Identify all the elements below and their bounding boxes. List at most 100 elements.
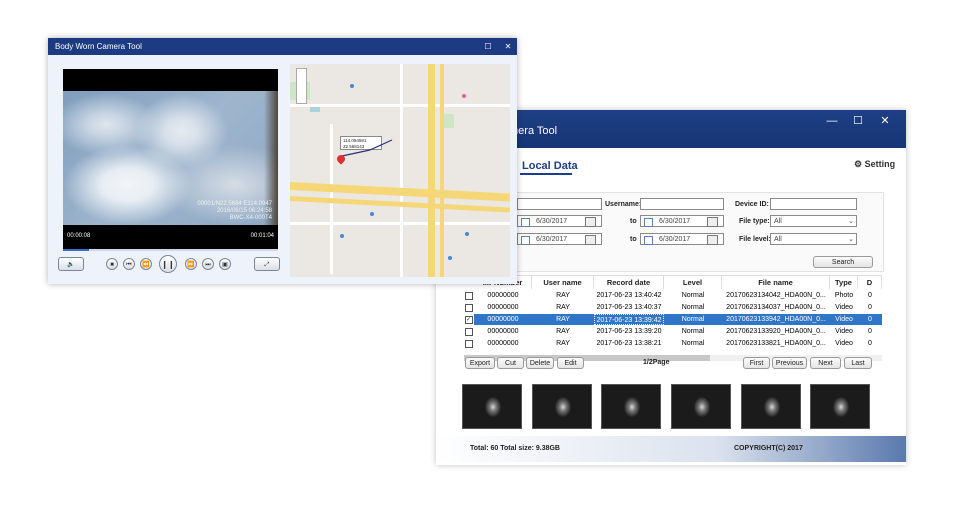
row-checkbox[interactable]	[465, 292, 473, 300]
data-table: ...r Number User name Record date Level …	[464, 275, 882, 354]
player-window: Body Worn Camera Tool ☐ ✕ 00001/N22.5684…	[48, 38, 517, 284]
column-header-extra[interactable]: D	[858, 276, 882, 289]
tab-local-data[interactable]: Local Data	[522, 160, 578, 172]
file-level-label: File level:	[739, 236, 771, 243]
column-header-date[interactable]: Record date	[594, 276, 664, 289]
close-button[interactable]: ✕	[873, 113, 897, 129]
chevron-down-icon: ⌄	[848, 218, 854, 225]
column-header-level[interactable]: Level	[664, 276, 722, 289]
video-thumbnail[interactable]	[671, 384, 731, 429]
start-date-checkbox-2[interactable]	[521, 236, 530, 245]
row-checkbox-checked[interactable]: ✓	[465, 316, 473, 324]
previous-frame-button[interactable]: ⏮	[123, 258, 135, 270]
next-button[interactable]: Next	[810, 357, 841, 369]
column-header-type[interactable]: Type	[830, 276, 858, 289]
progress-fill	[63, 249, 89, 251]
rewind-button[interactable]: ⏪	[140, 258, 152, 270]
export-button[interactable]: Export	[465, 357, 495, 369]
snapshot-button[interactable]: ▣	[219, 258, 231, 270]
table-row[interactable]: 00000000 RAY 2017-06-23 13:40:42 Normal …	[465, 290, 882, 301]
pause-button[interactable]: ❙❙	[159, 255, 177, 273]
setting-label: Setting	[864, 159, 896, 169]
fast-forward-button[interactable]: ⏩	[185, 258, 197, 270]
file-type-select[interactable]: All ⌄	[770, 215, 857, 227]
map-poi-icon[interactable]	[340, 234, 344, 238]
pause-icon: ❙❙	[161, 260, 175, 269]
minimize-button[interactable]: —	[820, 113, 844, 129]
cut-button[interactable]: Cut	[497, 357, 524, 369]
volume-button[interactable]: 🔈	[58, 257, 84, 271]
file-type-label: File type:	[739, 218, 770, 225]
video-overlay-text: 00001/N22.5684 E114.0947 2016/06/15 06:2…	[197, 201, 272, 221]
previous-button[interactable]: Previous	[772, 357, 807, 369]
gear-icon: ⚙	[854, 159, 863, 169]
video-thumbnail[interactable]	[810, 384, 870, 429]
table-row[interactable]: 00000000 RAY 2017-06-23 13:40:37 Normal …	[465, 302, 882, 313]
map-poi-icon[interactable]	[465, 232, 469, 236]
progress-bar[interactable]	[63, 249, 278, 251]
username-label: Username:	[605, 201, 642, 208]
calendar-icon[interactable]	[585, 235, 596, 245]
calendar-icon[interactable]	[585, 217, 596, 227]
start-date-checkbox[interactable]	[521, 218, 530, 227]
row-checkbox[interactable]	[465, 304, 473, 312]
map-road	[400, 64, 403, 277]
skip-back-icon: ⏮	[126, 262, 132, 268]
user-number-input[interactable]	[517, 198, 602, 210]
map-poi-icon[interactable]	[462, 94, 466, 98]
maximize-button[interactable]: ☐	[846, 113, 870, 129]
delete-button[interactable]: Delete	[526, 357, 554, 369]
thumbnail-strip	[462, 384, 902, 430]
current-time: 00:00:08	[67, 233, 91, 239]
speaker-icon: 🔈	[67, 262, 75, 268]
video-thumbnail[interactable]	[462, 384, 522, 429]
video-thumbnail[interactable]	[532, 384, 592, 429]
file-level-select[interactable]: All ⌄	[770, 233, 857, 245]
calendar-icon[interactable]	[707, 217, 718, 227]
end-date-input[interactable]: 6/30/2017	[640, 215, 724, 227]
column-header-file[interactable]: File name	[722, 276, 830, 289]
tab-underline	[520, 173, 572, 175]
username-input[interactable]	[640, 198, 724, 210]
column-header-user[interactable]: User name	[532, 276, 594, 289]
next-frame-button[interactable]: ⏭	[202, 258, 214, 270]
chevron-down-icon: ⌄	[848, 236, 854, 243]
start-date-input-2[interactable]: 6/30/2017	[517, 233, 602, 245]
map-highway	[428, 64, 435, 277]
video-player[interactable]: 00001/N22.5684 E114.0947 2016/06/15 06:2…	[63, 69, 278, 249]
video-thumbnail[interactable]	[741, 384, 801, 429]
device-id-input[interactable]	[770, 198, 857, 210]
map-poi-icon[interactable]	[350, 84, 354, 88]
map-track-line	[341, 139, 393, 157]
stop-icon: ■	[110, 262, 114, 268]
close-button[interactable]: ✕	[496, 39, 517, 55]
first-button[interactable]: First	[743, 357, 770, 369]
fullscreen-button[interactable]: ⤢	[254, 257, 280, 271]
row-checkbox[interactable]	[465, 328, 473, 336]
device-id-label: Device ID:	[735, 201, 769, 208]
page-indicator: 1/2Page	[643, 359, 670, 366]
map-poi-icon[interactable]	[448, 256, 452, 260]
calendar-icon[interactable]	[707, 235, 718, 245]
last-button[interactable]: Last	[844, 357, 872, 369]
start-date-input[interactable]: 6/30/2017	[517, 215, 602, 227]
search-button[interactable]: Search	[813, 256, 873, 268]
skip-forward-icon: ⏭	[205, 262, 211, 268]
player-window-titlebar: Body Worn Camera Tool ☐ ✕	[48, 38, 517, 55]
stop-button[interactable]: ■	[106, 258, 118, 270]
map-poi-icon[interactable]	[370, 212, 374, 216]
table-row[interactable]: 00000000 RAY 2017-06-23 13:38:21 Normal …	[465, 338, 882, 349]
row-checkbox[interactable]	[465, 340, 473, 348]
end-date-checkbox-2[interactable]	[644, 236, 653, 245]
video-thumbnail[interactable]	[601, 384, 661, 429]
edit-button[interactable]: Edit	[557, 357, 584, 369]
map-view[interactable]: 114.094581 22.568143	[290, 64, 510, 277]
player-window-title: Body Worn Camera Tool	[55, 42, 142, 51]
end-date-input-2[interactable]: 6/30/2017	[640, 233, 724, 245]
end-date-checkbox[interactable]	[644, 218, 653, 227]
table-row-selected[interactable]: ✓ 00000000 RAY 2017-06-23 13:39:42 Norma…	[465, 314, 882, 325]
map-zoom-control[interactable]	[296, 68, 307, 104]
table-row[interactable]: 00000000 RAY 2017-06-23 13:39:20 Normal …	[465, 326, 882, 337]
setting-button[interactable]: ⚙ Setting	[854, 159, 895, 170]
fast-forward-icon: ⏩	[187, 262, 195, 268]
